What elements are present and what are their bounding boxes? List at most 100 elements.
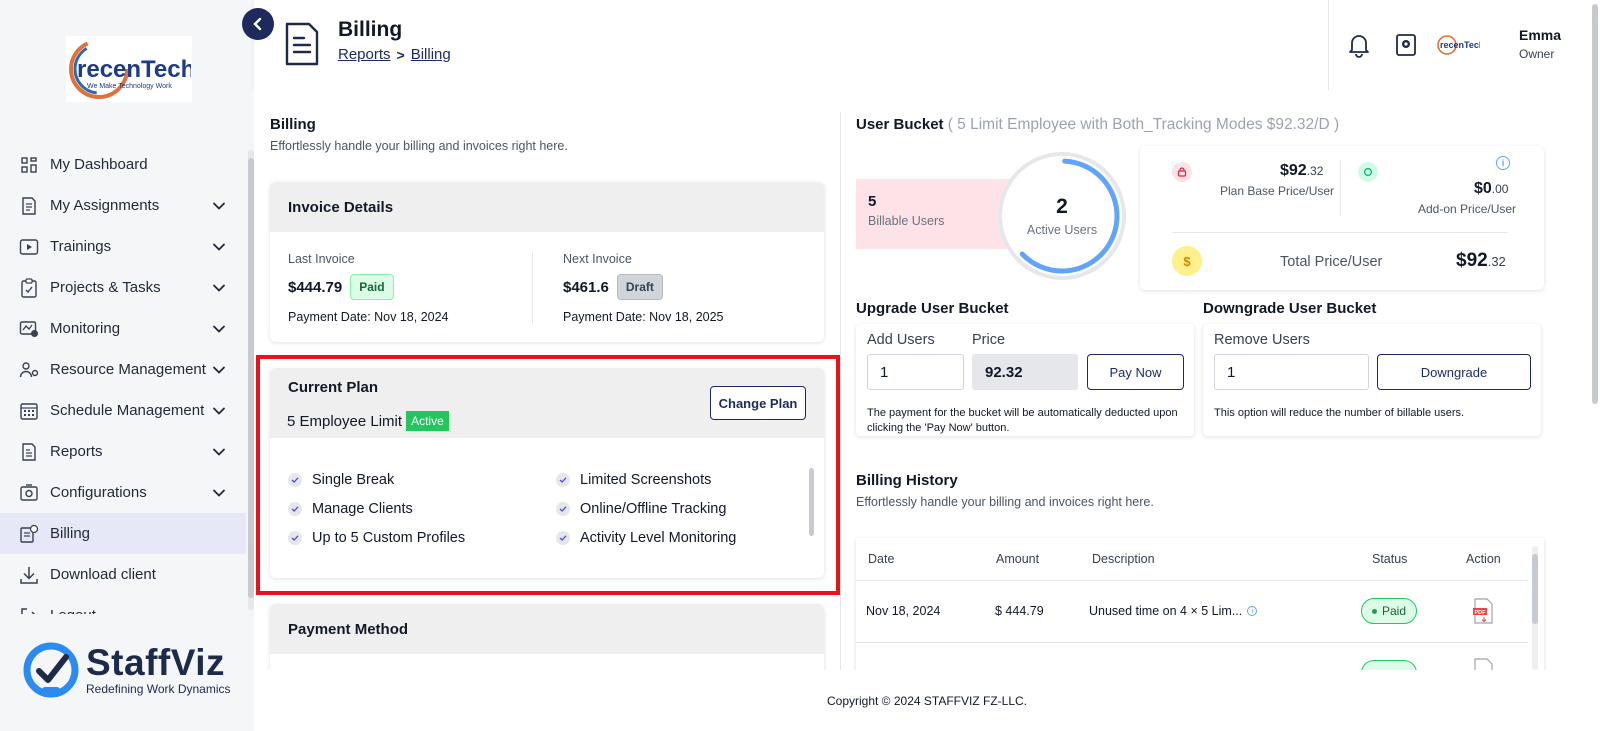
page-title: Billing	[338, 18, 403, 41]
table-scrollbar[interactable]	[1532, 546, 1538, 670]
sidebar-item-reports[interactable]: Reports	[0, 431, 246, 472]
next-invoice-label: Next Invoice	[563, 252, 632, 266]
price-summary-card: $92.32 Plan Base Price/User i $0.00 Add-…	[1140, 146, 1544, 290]
sidebar-item-label: Resource Management	[50, 361, 206, 378]
active-label: Active Users	[1026, 223, 1098, 237]
table-row-divider	[856, 642, 1528, 643]
payment-method-card: Payment Method	[270, 604, 824, 670]
total-price-label: Total Price/User	[1280, 254, 1383, 270]
sidebar-item-billing[interactable]: Billing	[0, 513, 246, 554]
sidebar-item-configurations[interactable]: Configurations	[0, 472, 246, 513]
info-icon[interactable]: i	[1496, 156, 1510, 170]
row-amount: $ 444.79	[995, 604, 1044, 618]
invoice-details-card: Invoice Details Last Invoice $444.79 Paid…	[270, 182, 824, 342]
chevron-down-icon[interactable]	[210, 279, 228, 297]
brand-name: StaffViz	[86, 641, 226, 683]
report-page-icon	[285, 22, 319, 66]
people-gear-icon	[18, 359, 40, 381]
billing-history-title: Billing History	[856, 472, 958, 489]
breadcrumb-reports[interactable]: Reports	[338, 46, 391, 63]
sidebar-item-resource-management[interactable]: Resource Management	[0, 349, 246, 390]
add-users-label: Add Users	[867, 332, 935, 348]
sidebar-item-label: Download client	[50, 566, 156, 583]
chevron-down-icon[interactable]	[210, 238, 228, 256]
payment-method-title: Payment Method	[270, 604, 824, 654]
row-date: Nov 18, 2024	[866, 604, 941, 618]
sidebar-item-label: My Dashboard	[50, 156, 148, 173]
downgrade-bucket-title: Downgrade User Bucket	[1203, 300, 1377, 317]
breadcrumb-billing[interactable]: Billing	[411, 46, 451, 63]
chevron-down-icon[interactable]	[210, 402, 228, 420]
upgrade-note: The payment for the bucket will be autom…	[867, 406, 1178, 436]
sidebar-item-download-client[interactable]: Download client	[0, 554, 246, 595]
avatar-text: recenTech	[1440, 40, 1480, 50]
status-badge	[1361, 660, 1417, 670]
sidebar-item-label: Trainings	[50, 238, 112, 255]
page-scrollbar[interactable]	[1590, 0, 1600, 731]
chevron-down-icon[interactable]	[210, 320, 228, 338]
logo-text: recenTech	[77, 56, 191, 83]
notification-bell-icon[interactable]	[1346, 32, 1372, 58]
sidebar-item-label: Logout	[50, 607, 228, 614]
current-plan-highlight	[256, 355, 840, 595]
config-icon	[18, 482, 40, 504]
avatar[interactable]: recenTech	[1436, 30, 1480, 60]
sidebar-item-schedule-management[interactable]: Schedule Management	[0, 390, 246, 431]
sidebar-item-my-dashboard[interactable]: My Dashboard	[0, 144, 246, 185]
header-divider	[1328, 0, 1329, 90]
billing-subtitle: Effortlessly handle your billing and inv…	[270, 139, 568, 153]
user-bucket-title: User Bucket ( 5 Limit Employee with Both…	[856, 116, 1339, 134]
chevron-down-icon[interactable]	[210, 361, 228, 379]
status-badge: Paid	[1361, 598, 1417, 624]
remove-users-input[interactable]: 1	[1214, 354, 1369, 390]
invoice-details-title: Invoice Details	[270, 182, 824, 232]
play-icon	[18, 236, 40, 258]
company-logo: recenTech We Make Technology Work	[66, 36, 192, 102]
billable-label: Billable Users	[868, 214, 945, 228]
total-price: $92	[1456, 250, 1488, 271]
add-users-input[interactable]: 1	[867, 354, 964, 390]
addon-icon	[1358, 162, 1378, 182]
chevron-right-icon: >	[396, 46, 405, 63]
billing-history-subtitle: Effortlessly handle your billing and inv…	[856, 495, 1154, 509]
sidebar-item-logout[interactable]: Logout	[0, 595, 246, 614]
header: Billing Reports > Billing recenTech Emma…	[254, 0, 1600, 90]
column-header-status: Status	[1372, 552, 1408, 566]
sidebar-item-label: Reports	[50, 443, 103, 460]
addon-price-label: Add-on Price/User	[1418, 202, 1517, 216]
assignments-icon	[18, 195, 40, 217]
sidebar-item-label: Schedule Management	[50, 402, 205, 419]
settings-book-icon[interactable]	[1393, 32, 1419, 58]
base-price: $92	[1280, 162, 1307, 179]
pdf-download-icon[interactable]	[1472, 658, 1494, 670]
downgrade-button[interactable]: Downgrade	[1377, 354, 1531, 390]
sidebar-nav: My Dashboard My Assignments Trainings Proje…	[0, 144, 246, 614]
user-bucket-label: User Bucket	[856, 116, 944, 133]
column-header-action: Action	[1466, 552, 1501, 566]
sidebar-item-projects-tasks[interactable]: Projects & Tasks	[0, 267, 246, 308]
sidebar-item-my-assignments[interactable]: My Assignments	[0, 185, 246, 226]
collapse-sidebar-button[interactable]	[242, 8, 274, 40]
pdf-download-icon[interactable]: PDF	[1472, 598, 1494, 629]
pay-now-button[interactable]: Pay Now	[1087, 354, 1184, 390]
report-icon	[18, 441, 40, 463]
row-status: Paid	[1381, 604, 1407, 618]
chevron-down-icon[interactable]	[210, 443, 228, 461]
upgrade-note-line2: clicking the 'Pay Now' button.	[867, 422, 1010, 434]
downgrade-note: This option will reduce the number of bi…	[1214, 407, 1465, 419]
billable-count: 5	[868, 193, 877, 210]
info-icon[interactable]: i	[1247, 606, 1258, 616]
chevron-down-icon[interactable]	[210, 484, 228, 502]
chevron-down-icon[interactable]	[210, 197, 228, 215]
sidebar-item-trainings[interactable]: Trainings	[0, 226, 246, 267]
logo-tagline: We Make Technology Work	[87, 83, 172, 90]
monitoring-icon	[18, 318, 40, 340]
price-divider	[1340, 160, 1341, 216]
sidebar-item-label: My Assignments	[50, 197, 160, 214]
breadcrumb: Reports > Billing	[338, 46, 451, 63]
upgrade-bucket-card: Add Users Price 1 92.32 Pay Now The paym…	[856, 324, 1194, 436]
svg-text:PDF: PDF	[1475, 610, 1487, 616]
sidebar-item-monitoring[interactable]: Monitoring	[0, 308, 246, 349]
price-label: Price	[972, 332, 1006, 348]
active-count: 2	[1056, 195, 1068, 218]
